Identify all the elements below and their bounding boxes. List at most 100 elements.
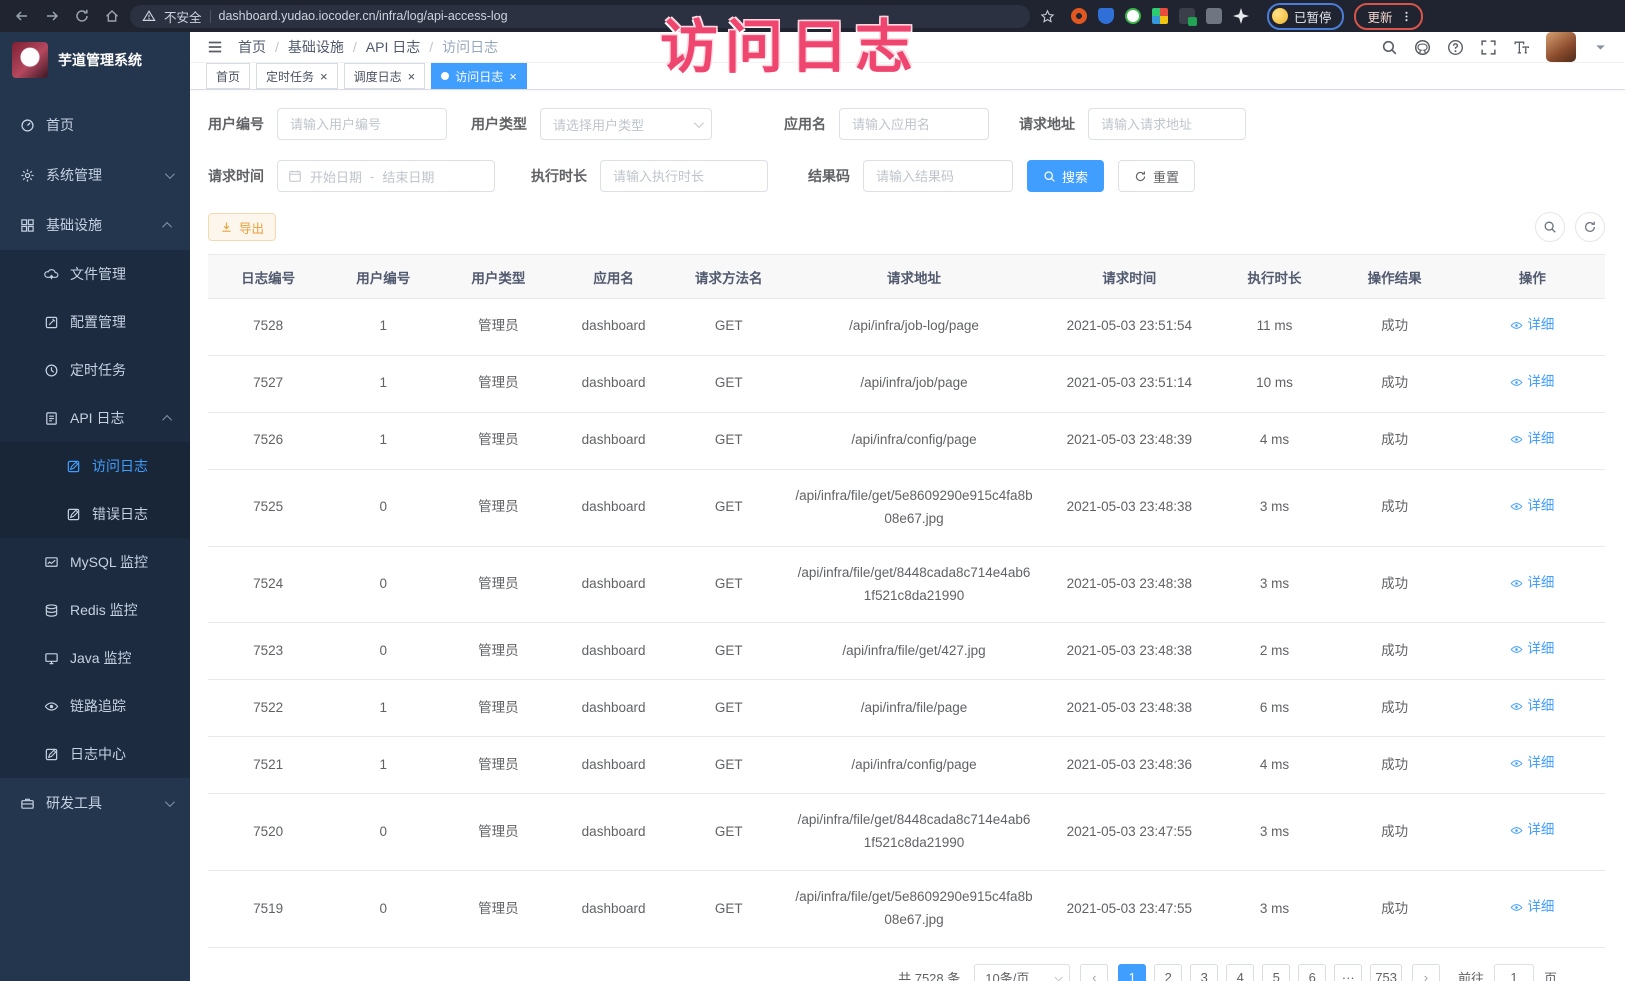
close-icon[interactable]: × (408, 70, 416, 83)
user-id-input[interactable] (277, 108, 447, 140)
detail-link[interactable]: 详细 (1510, 572, 1554, 595)
col-method: 请求方法名 (669, 255, 789, 299)
cell-time: 2021-05-03 23:51:54 (1039, 299, 1219, 356)
sidebar-item[interactable]: 链路追踪 (0, 682, 190, 730)
sidebar-item[interactable]: 文件管理 (0, 250, 190, 298)
sidebar-item[interactable]: Java 监控 (0, 634, 190, 682)
font-size-icon[interactable] (1513, 39, 1530, 56)
page-number-button[interactable]: 5 (1262, 964, 1290, 981)
close-icon[interactable]: × (509, 70, 517, 83)
user-avatar[interactable] (1546, 32, 1576, 62)
browser-forward-icon[interactable] (44, 8, 60, 24)
cell-url: /api/infra/job-log/page (789, 299, 1039, 356)
search-button[interactable]: 搜索 (1027, 160, 1104, 192)
browser-menu-dots-icon[interactable] (1400, 10, 1413, 23)
hamburger-icon[interactable] (206, 38, 224, 56)
col-app: 应用名 (559, 255, 669, 299)
sidebar-item[interactable]: 日志中心 (0, 730, 190, 778)
cell-user-id: 0 (328, 469, 438, 546)
detail-link[interactable]: 详细 (1510, 638, 1554, 661)
detail-link[interactable]: 详细 (1510, 314, 1554, 337)
detail-link[interactable]: 详细 (1510, 819, 1554, 842)
sidebar-item[interactable]: 错误日志 (0, 490, 190, 538)
sidebar-item[interactable]: 配置管理 (0, 298, 190, 346)
update-button[interactable]: 更新 (1354, 3, 1423, 30)
app-name-input[interactable] (839, 108, 989, 140)
duration-input[interactable] (600, 160, 768, 192)
next-page-button[interactable]: › (1412, 964, 1440, 981)
page-number-button[interactable]: 3 (1190, 964, 1218, 981)
config-icon (44, 315, 59, 330)
extension-translate-icon[interactable] (1179, 8, 1195, 24)
page-size-select[interactable]: 10条/页 (974, 964, 1070, 981)
prev-page-button[interactable]: ‹ (1080, 964, 1108, 981)
cell-app: dashboard (559, 355, 669, 412)
browser-reload-icon[interactable] (74, 8, 90, 24)
cell-method: GET (669, 794, 789, 871)
sidebar-item[interactable]: 定时任务 (0, 346, 190, 394)
detail-link[interactable]: 详细 (1510, 896, 1554, 919)
sidebar-item[interactable]: 基础设施 (0, 200, 190, 250)
extension-orange-icon[interactable] (1071, 8, 1087, 24)
cell-result: 成功 (1330, 794, 1460, 871)
sidebar-item[interactable]: 研发工具 (0, 778, 190, 828)
toggle-search-button[interactable] (1535, 212, 1565, 242)
help-icon[interactable] (1447, 39, 1464, 56)
detail-link[interactable]: 详细 (1510, 495, 1554, 518)
fullscreen-icon[interactable] (1480, 39, 1497, 56)
user-type-select[interactable]: 请选择用户类型 (540, 108, 712, 140)
page-number-button[interactable]: 6 (1298, 964, 1326, 981)
result-code-input[interactable] (863, 160, 1013, 192)
export-button[interactable]: 导出 (208, 213, 276, 241)
eye-icon (1510, 577, 1523, 590)
sidebar-item[interactable]: API 日志 (0, 394, 190, 442)
address-bar[interactable]: 不安全 dashboard.yudao.iocoder.cn/infra/log… (130, 5, 1030, 28)
page-number-button[interactable]: ··· (1334, 964, 1362, 981)
breadcrumb-item[interactable]: 首页 (238, 37, 288, 57)
cell-url: /api/infra/config/page (789, 412, 1039, 469)
extension-puzzle-icon[interactable] (1233, 8, 1249, 24)
detail-link[interactable]: 详细 (1510, 428, 1554, 451)
extension-grid-icon[interactable] (1152, 8, 1168, 24)
extension-shield-icon[interactable] (1098, 8, 1114, 24)
page-number-button[interactable]: 1 (1118, 964, 1146, 981)
caret-down-icon[interactable] (1592, 39, 1609, 56)
browser-home-icon[interactable] (104, 8, 120, 24)
close-icon[interactable]: × (320, 70, 328, 83)
sidebar-item[interactable]: Redis 监控 (0, 586, 190, 634)
sidebar-item[interactable]: 首页 (0, 100, 190, 150)
page-number-button[interactable]: 4 (1226, 964, 1254, 981)
request-url-input[interactable] (1088, 108, 1246, 140)
tag-tab[interactable]: 访问日志 × (431, 63, 527, 89)
detail-link[interactable]: 详细 (1510, 371, 1554, 394)
tag-tab[interactable]: 首页 × (206, 63, 250, 89)
bookmark-star-icon[interactable] (1040, 9, 1055, 24)
extension-green-icon[interactable] (1125, 8, 1141, 24)
browser-back-icon[interactable] (14, 8, 30, 24)
cell-time: 2021-05-03 23:48:38 (1039, 469, 1219, 546)
refresh-table-button[interactable] (1575, 212, 1605, 242)
search-icon[interactable] (1381, 39, 1398, 56)
breadcrumb-item[interactable]: 访问日志 (442, 37, 498, 57)
page-number-button[interactable]: 753 (1370, 964, 1402, 981)
tag-tab[interactable]: 调度日志 × (344, 63, 426, 89)
sidebar-item-label: 日志中心 (70, 744, 126, 764)
paused-badge[interactable]: 已暂停 (1267, 3, 1344, 30)
tag-tab[interactable]: 定时任务 × (256, 63, 338, 89)
page-number-button[interactable]: 2 (1154, 964, 1182, 981)
goto-page-input[interactable] (1494, 964, 1534, 981)
logo-row[interactable]: 芋道管理系统 (0, 32, 190, 88)
sidebar-item[interactable]: 访问日志 (0, 442, 190, 490)
detail-link[interactable]: 详细 (1510, 695, 1554, 718)
sidebar-item[interactable]: MySQL 监控 (0, 538, 190, 586)
extension-person-icon[interactable] (1206, 8, 1222, 24)
detail-link[interactable]: 详细 (1510, 752, 1554, 775)
cell-url: /api/infra/config/page (789, 737, 1039, 794)
breadcrumb-item[interactable]: 基础设施 (288, 37, 366, 57)
breadcrumb-item[interactable]: API 日志 (366, 37, 442, 57)
sidebar-item[interactable]: 系统管理 (0, 150, 190, 200)
not-secure-label: 不安全 (164, 7, 202, 26)
request-time-range-picker[interactable]: 开始日期 - 结束日期 (277, 160, 495, 192)
github-icon[interactable] (1414, 39, 1431, 56)
reset-button[interactable]: 重置 (1118, 160, 1195, 192)
